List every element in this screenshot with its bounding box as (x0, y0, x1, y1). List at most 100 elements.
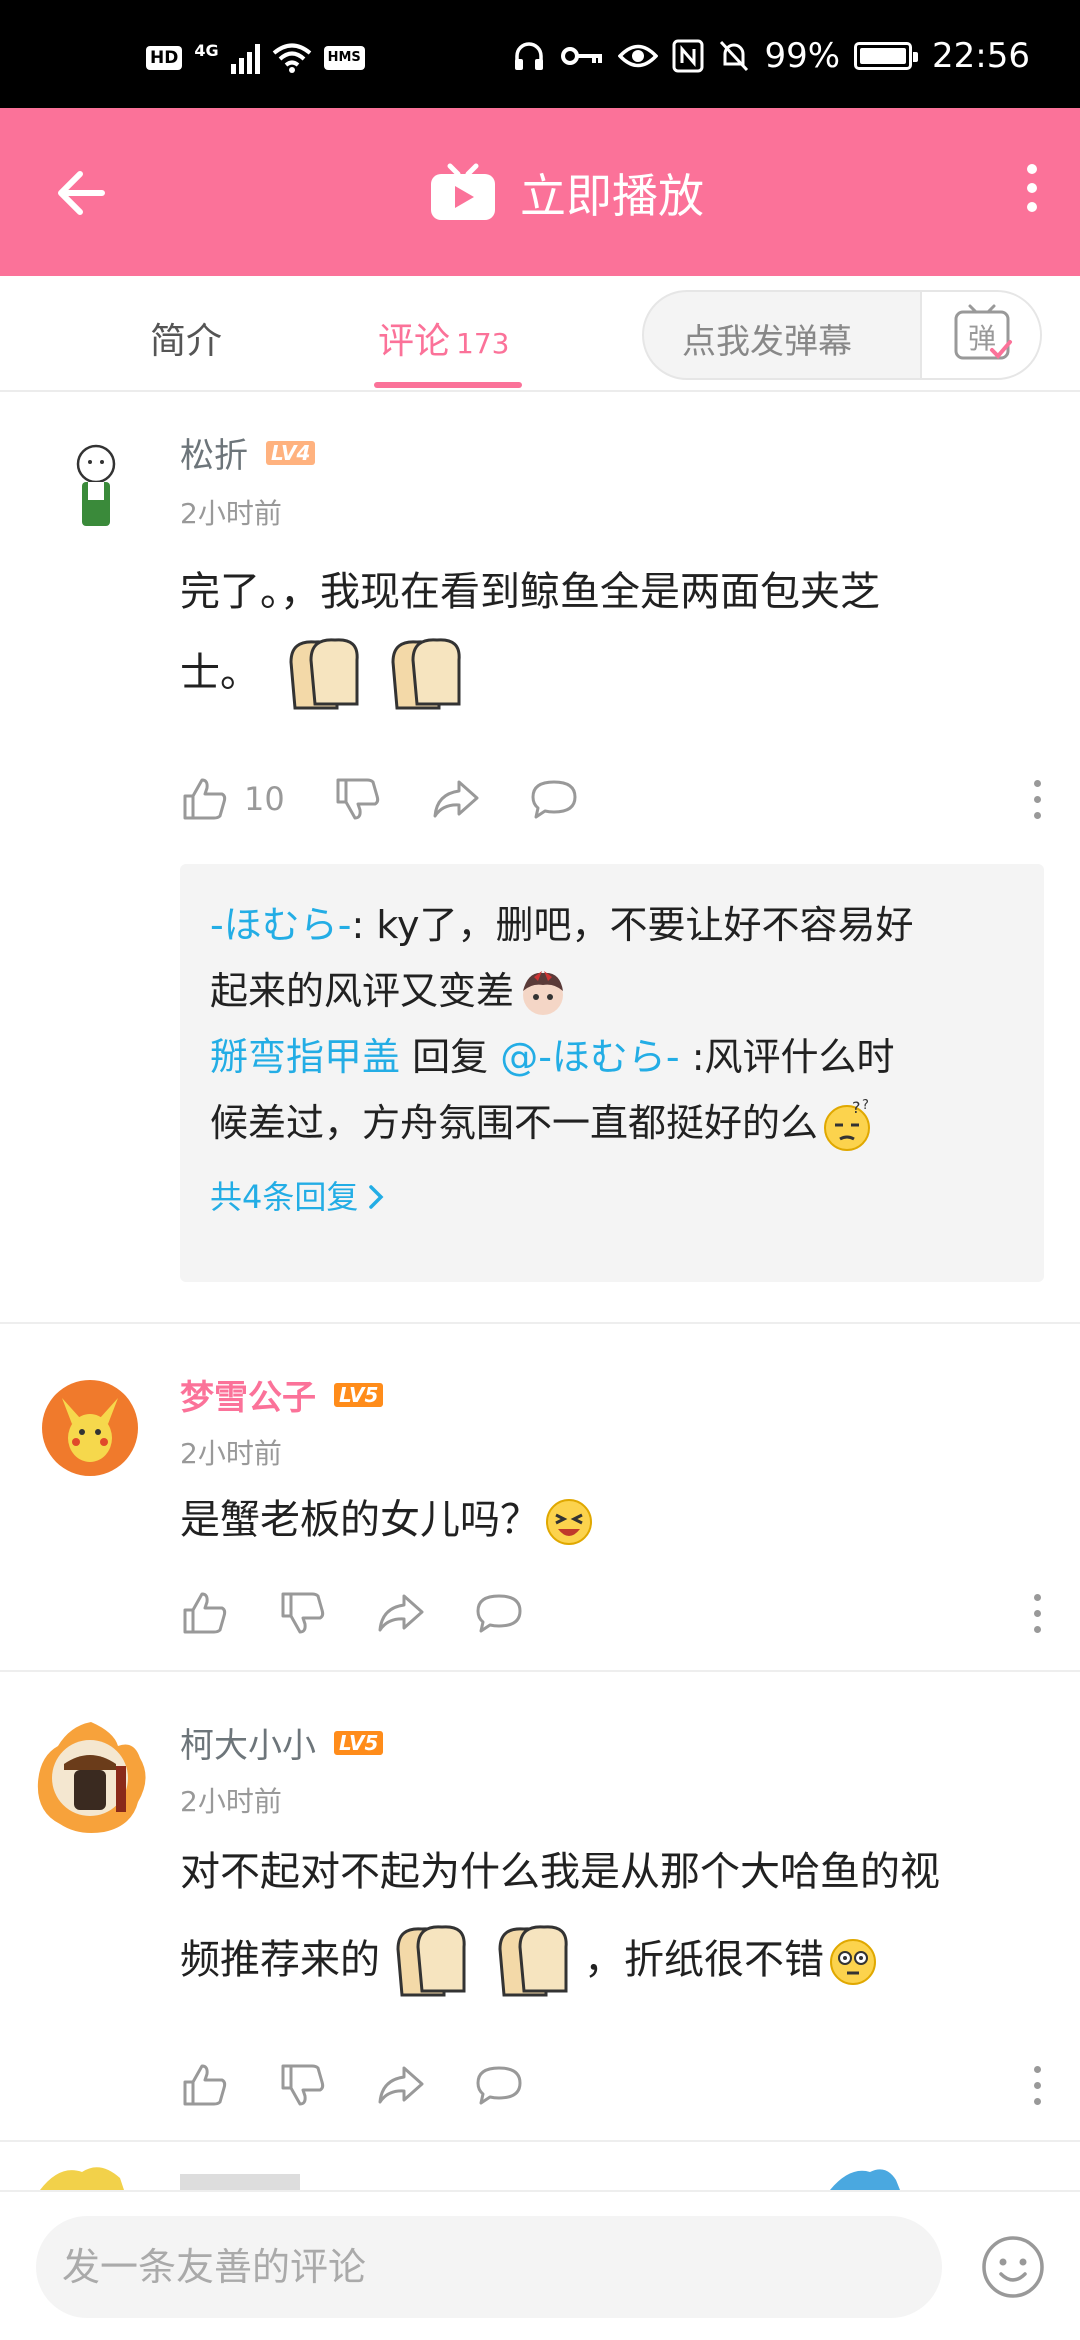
avatar[interactable] (42, 1380, 138, 1476)
share-button[interactable] (376, 1588, 426, 1638)
status-right: 99% 22:56 (512, 36, 1030, 76)
clock: 22:56 (932, 36, 1030, 76)
like-button[interactable] (180, 2060, 230, 2110)
dazed-face-emote-icon (830, 1939, 876, 1985)
reply-button[interactable] (529, 774, 579, 824)
tv-play-icon (431, 163, 495, 220)
avatar[interactable] (42, 438, 138, 534)
hd-indicator: HD (146, 46, 183, 70)
toast-emote-icon (498, 1925, 568, 1997)
thumbs-up-icon (183, 1592, 227, 1634)
toast-emote-icon (289, 638, 359, 710)
tab-bar: 简介 评论 173 点我发弹幕 弹 (0, 276, 1080, 392)
reply-item: 掰弯指甲盖 回复 @-ほむら- :风评什么时 (210, 1024, 1014, 1090)
toast-emote-icon (396, 1925, 466, 1997)
share-arrow-icon (378, 1594, 424, 1632)
chevron-right-icon (369, 1185, 384, 1209)
comment-text: 是蟹老板的女儿吗？ (180, 1480, 1040, 1560)
thumbs-down-icon (281, 1592, 325, 1634)
toast-emote-icon (391, 638, 461, 710)
tab-intro[interactable]: 简介 (150, 312, 222, 364)
thumbs-up-icon (183, 2064, 227, 2106)
view-all-replies-link[interactable]: 共4条回复 (210, 1164, 1014, 1230)
dislike-button[interactable] (333, 774, 383, 824)
reply-text-cont: 候差过，方舟氛围不一直都挺好的么 (210, 1101, 819, 1145)
svg-text:?: ? (852, 1098, 861, 1117)
signal-icon (230, 42, 260, 74)
reply-text-cont: 起来的风评又变差 (210, 969, 515, 1013)
comment-actions (180, 1586, 572, 1640)
pikachu-avatar-icon (62, 1398, 118, 1462)
comment-text-line1: 完了。，我现在看到鲸鱼全是两面包夹芝 (180, 569, 880, 615)
comment-text-line1: 对不起对不起为什么我是从那个大哈鱼的视 (180, 1849, 940, 1895)
laughing-face-emote-icon (546, 1499, 592, 1545)
play-now-button[interactable]: 立即播放 (428, 160, 704, 226)
wifi-icon (272, 43, 311, 73)
active-tab-indicator (374, 382, 522, 388)
comment-more-icon[interactable] (1030, 780, 1044, 824)
reply-username[interactable]: -ほむら- (210, 903, 351, 947)
more-options-icon[interactable] (1020, 164, 1044, 220)
like-button[interactable] (180, 1588, 230, 1638)
share-arrow-icon (378, 2066, 424, 2104)
dislike-button[interactable] (278, 1588, 328, 1638)
thinking-face-emote-icon: ?? (824, 1098, 871, 1151)
stick-figure-avatar-icon (76, 444, 116, 526)
nfc-icon (672, 39, 704, 73)
comment-more-icon[interactable] (1030, 1594, 1044, 1638)
danmaku-icon: 弹 (954, 304, 1012, 360)
network-type: 4G (194, 40, 219, 60)
reply-item: -ほむら-: ky了，删吧，不要让好不容易好 (210, 892, 1014, 958)
reply-button[interactable] (474, 1588, 524, 1638)
anime-girl-emote-icon (523, 970, 564, 1015)
thumbs-down-icon (336, 778, 379, 820)
reply-preview[interactable]: -ほむら-: ky了，删吧，不要让好不容易好 起来的风评又变差 掰弯指甲盖 回复… (180, 864, 1044, 1282)
page-title: 立即播放 (520, 169, 704, 223)
dislike-button[interactable] (278, 2060, 328, 2110)
reply-mention[interactable]: @-ほむら- (500, 1035, 679, 1079)
danmaku-input[interactable]: 点我发弹幕 弹 (642, 290, 1042, 380)
comment-text-line2: 士。 (180, 650, 260, 696)
app-header: 立即播放 (0, 108, 1080, 276)
level-badge: LV4 (266, 440, 316, 465)
danmaku-placeholder: 点我发弹幕 (682, 322, 852, 362)
username[interactable]: 柯大小小 LV5 (180, 1718, 384, 1767)
username[interactable]: 松折 LV4 (180, 428, 316, 477)
view-all-replies-label: 共4条回复 (210, 1178, 359, 1216)
flaming-character-avatar-icon (37, 1722, 146, 1833)
danmaku-toggle-button[interactable]: 弹 (920, 292, 1040, 378)
share-button[interactable] (431, 774, 481, 824)
level-badge: LV5 (334, 1730, 384, 1755)
thumbs-up-icon (183, 778, 227, 820)
username[interactable]: 梦雪公子 LV5 (180, 1370, 384, 1419)
comment-more-icon[interactable] (1030, 2066, 1044, 2110)
comment-item: 梦雪公子 LV5 2小时前 是蟹老板的女儿吗？ (0, 1324, 1080, 1670)
like-button[interactable]: 10 (180, 774, 285, 824)
reply-item-cont: 起来的风评又变差 (210, 958, 1014, 1024)
comment-text: 完了。，我现在看到鲸鱼全是两面包夹芝 士。 (180, 552, 1040, 718)
comment-item: 柯大小小 LV5 2小时前 对不起对不起为什么我是从那个大哈鱼的视 频推荐来的 ，折… (0, 1672, 1080, 2140)
comment-input[interactable]: 发一条友善的评论 (36, 2216, 942, 2318)
hms-indicator: HMS (323, 46, 365, 70)
tab-comments[interactable]: 评论 173 (378, 312, 509, 364)
status-left: HD 4G HMS (146, 40, 365, 74)
share-button[interactable] (376, 2060, 426, 2110)
chat-bubble-icon (476, 1594, 522, 1633)
battery-icon (854, 42, 919, 70)
reply-username[interactable]: 掰弯指甲盖 (210, 1035, 400, 1079)
reply-text: :风评什么时 (679, 1035, 895, 1079)
comment-input-placeholder: 发一条友善的评论 (62, 2245, 367, 2289)
username-text: 柯大小小 (180, 1726, 316, 1766)
avatar[interactable] (30, 1716, 152, 1838)
comment-input-bar: 发一条友善的评论 (0, 2190, 1080, 2340)
like-count: 10 (244, 780, 285, 818)
back-arrow-icon[interactable] (52, 164, 110, 222)
timestamp: 2小时前 (180, 497, 282, 530)
headphones-icon (515, 42, 544, 70)
key-icon (561, 47, 603, 65)
status-bar: HD 4G HMS 99% 22:56 (0, 0, 1080, 108)
svg-text:?: ? (862, 1098, 869, 1113)
emoji-button-icon[interactable] (980, 2234, 1046, 2300)
chat-bubble-icon (476, 2066, 522, 2105)
reply-button[interactable] (474, 2060, 524, 2110)
